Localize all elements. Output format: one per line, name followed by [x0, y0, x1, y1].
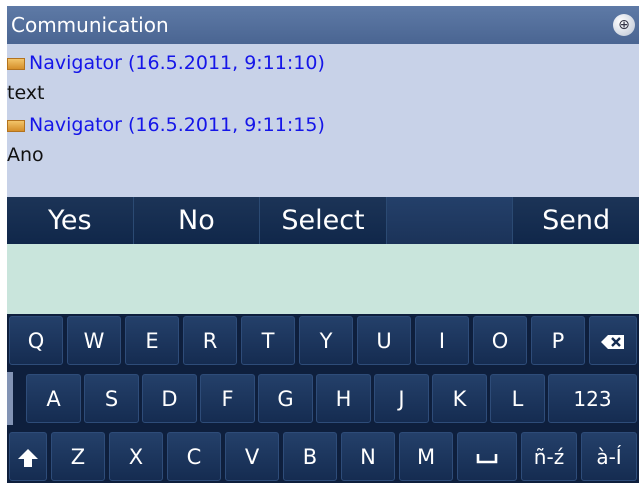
key-a[interactable]: A: [26, 374, 81, 423]
key-n[interactable]: N: [341, 432, 395, 481]
key-g[interactable]: G: [258, 374, 313, 423]
key-f[interactable]: F: [200, 374, 255, 423]
keyboard-row-1: Q W E R T Y U I O P: [7, 314, 639, 367]
message-list: Navigator (16.5.2011, 9:11:10) text Navi…: [7, 44, 639, 197]
send-button[interactable]: Send: [513, 197, 639, 244]
space-icon: [476, 454, 498, 464]
key-y[interactable]: Y: [299, 316, 353, 365]
key-s[interactable]: S: [84, 374, 139, 423]
key-v[interactable]: V: [225, 432, 279, 481]
shift-icon: [18, 449, 38, 467]
space-key[interactable]: [457, 432, 517, 481]
key-x[interactable]: X: [109, 432, 163, 481]
no-button[interactable]: No: [133, 197, 261, 244]
backspace-icon: [601, 335, 624, 349]
key-d[interactable]: D: [142, 374, 197, 423]
empty-button[interactable]: [386, 197, 514, 244]
message-icon: [7, 119, 25, 132]
message-text: Ano: [7, 144, 44, 166]
key-l[interactable]: L: [490, 374, 545, 423]
message-icon: [7, 57, 25, 70]
message-input[interactable]: [7, 244, 639, 314]
shift-key[interactable]: [9, 432, 47, 481]
key-z[interactable]: Z: [51, 432, 105, 481]
key-e[interactable]: E: [125, 316, 179, 365]
key-k[interactable]: K: [432, 374, 487, 423]
window-title: Communication: [11, 13, 169, 37]
key-r[interactable]: R: [183, 316, 237, 365]
select-button[interactable]: Select: [260, 197, 387, 244]
message-sender: Navigator (16.5.2011, 9:11:10): [29, 52, 325, 74]
key-b[interactable]: B: [283, 432, 337, 481]
key-u[interactable]: U: [357, 316, 411, 365]
numbers-key[interactable]: 123: [548, 374, 637, 423]
keyboard-row-2: A S D F G H J K L 123: [7, 372, 639, 425]
key-h[interactable]: H: [316, 374, 371, 423]
key-p[interactable]: P: [531, 316, 585, 365]
key-i[interactable]: I: [415, 316, 469, 365]
key-t[interactable]: T: [241, 316, 295, 365]
message-header: Navigator (16.5.2011, 9:11:15): [7, 114, 325, 136]
key-q[interactable]: Q: [9, 316, 63, 365]
globe-icon[interactable]: ⊕: [613, 14, 635, 36]
lang-key-2[interactable]: à-Í: [581, 432, 637, 481]
lang-key-1[interactable]: ñ-ź: [521, 432, 577, 481]
key-w[interactable]: W: [67, 316, 121, 365]
title-bar: Communication ⊕: [7, 6, 639, 44]
onscreen-keyboard: Q W E R T Y U I O P A S D F G H J K L 12…: [7, 314, 639, 483]
key-m[interactable]: M: [399, 432, 453, 481]
yes-button[interactable]: Yes: [7, 197, 134, 244]
message-sender: Navigator (16.5.2011, 9:11:15): [29, 114, 325, 136]
keyboard-row-3: Z X C V B N M ñ-ź à-Í: [7, 430, 639, 483]
backspace-key[interactable]: [589, 316, 637, 365]
key-o[interactable]: O: [473, 316, 527, 365]
quick-reply-bar: Yes No Select Send: [7, 197, 639, 244]
key-j[interactable]: J: [374, 374, 429, 423]
message-text: text: [7, 82, 45, 104]
message-header: Navigator (16.5.2011, 9:11:10): [7, 52, 325, 74]
key-c[interactable]: C: [167, 432, 221, 481]
